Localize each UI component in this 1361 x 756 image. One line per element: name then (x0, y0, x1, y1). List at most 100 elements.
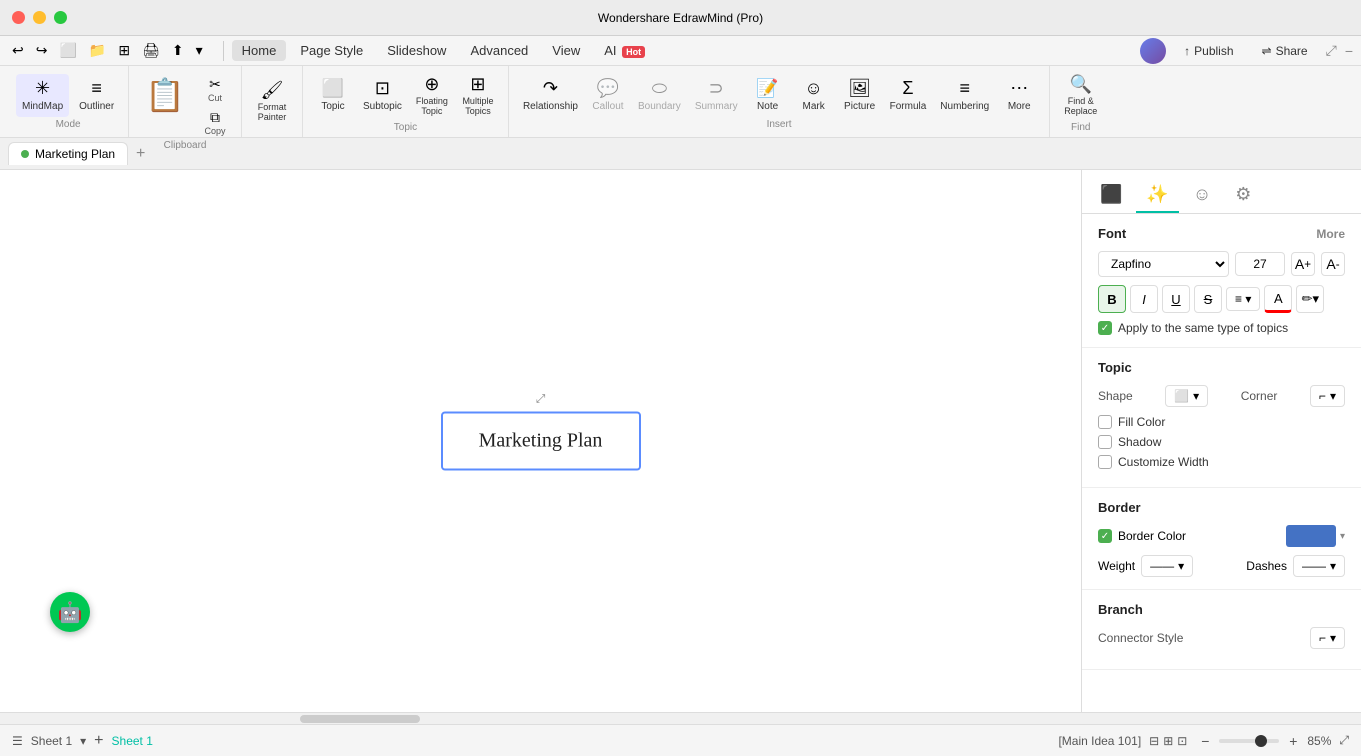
customize-width-checkbox[interactable] (1098, 455, 1112, 469)
border-color-checkbox[interactable]: ✓ (1098, 529, 1112, 543)
menu-slideshow[interactable]: Slideshow (377, 40, 456, 61)
menu-home[interactable]: Home (232, 40, 287, 61)
ai-float-button[interactable]: 🤖 (50, 592, 90, 632)
topic-section: Topic Shape ⬜ ▾ Corner ⌐ ▾ Fill Color (1082, 348, 1361, 488)
panel-tab-style[interactable]: ✨ (1136, 178, 1178, 213)
toolbar-cut[interactable]: ✂ Cut (197, 74, 233, 105)
menu-page-style[interactable]: Page Style (290, 40, 373, 61)
add-tab-button[interactable]: + (128, 141, 153, 167)
border-color-dropdown[interactable]: ▾ (1340, 531, 1345, 542)
canvas[interactable]: ⤢ Marketing Plan 🤖 (0, 170, 1081, 712)
view-normal[interactable]: ⊟ (1149, 734, 1159, 748)
font-section-title: Font More (1098, 226, 1345, 241)
panel-tab-format[interactable]: ⬛ (1090, 178, 1132, 213)
panel-tabs: ⬛ ✨ ☺ ⚙ (1082, 170, 1361, 214)
more-menu-button[interactable]: ▾ (192, 40, 207, 61)
toolbar-copy[interactable]: ⧉ Copy (197, 107, 233, 138)
toolbar-summary[interactable]: ⊃ Summary (689, 74, 744, 117)
window-collapse-button[interactable]: − (1345, 43, 1353, 59)
view-grid[interactable]: ⊞ (1163, 734, 1173, 748)
toolbar-note[interactable]: 📝 Note (746, 74, 790, 117)
zoom-in-button[interactable]: + (1283, 731, 1303, 751)
font-family-select[interactable]: Zapfino (1098, 251, 1229, 277)
close-button[interactable] (12, 11, 25, 24)
menu-advanced[interactable]: Advanced (460, 40, 538, 61)
window-expand-button[interactable]: ⤢ (1326, 42, 1337, 59)
font-size-input[interactable] (1235, 252, 1285, 276)
toolbar-format-painter[interactable]: 🖌 FormatPainter (250, 76, 294, 127)
user-avatar[interactable] (1140, 38, 1166, 64)
redo-button[interactable]: ↪ (32, 40, 52, 61)
italic-button[interactable]: I (1130, 285, 1158, 313)
toolbar-format-group: 🖌 FormatPainter (242, 66, 303, 137)
font-more-button[interactable]: More (1316, 227, 1345, 241)
toolbar-floating-topic[interactable]: ⊕ FloatingTopic (410, 70, 454, 121)
underline-button[interactable]: U (1162, 285, 1190, 313)
weight-label: Weight (1098, 559, 1135, 573)
highlight-button[interactable]: ✏▾ (1296, 285, 1324, 313)
canvas-node[interactable]: ⤢ Marketing Plan (441, 412, 641, 471)
toolbar-topic[interactable]: ⬜ Topic (311, 70, 355, 121)
dashes-select[interactable]: —— ▾ (1293, 555, 1345, 577)
connector-style-preview: ⌐ (1319, 631, 1326, 645)
zoom-out-button[interactable]: − (1195, 731, 1215, 751)
maximize-button[interactable] (54, 11, 67, 24)
text-color-button[interactable]: A (1264, 285, 1292, 313)
toolbar-multiple-topics[interactable]: ⊞ MultipleTopics (456, 70, 500, 121)
current-sheet[interactable]: Sheet 1 (112, 734, 153, 748)
panel-tab-settings[interactable]: ⚙ (1225, 178, 1261, 213)
menu-ai[interactable]: AI Hot (594, 40, 655, 61)
toolbar-formula[interactable]: Σ Formula (884, 74, 933, 117)
strikethrough-button[interactable]: S (1194, 285, 1222, 313)
toolbar-numbering[interactable]: ≡ Numbering (934, 74, 995, 117)
fill-color-checkbox[interactable] (1098, 415, 1112, 429)
toolbar-outliner[interactable]: ≡ Outliner (73, 74, 120, 117)
fill-color-label: Fill Color (1118, 415, 1165, 429)
align-button[interactable]: ≡ ▾ (1226, 287, 1260, 311)
horizontal-scrollbar[interactable] (0, 712, 1361, 724)
font-decrease-button[interactable]: A- (1321, 252, 1345, 276)
toolbar-mark[interactable]: ☺ Mark (792, 74, 836, 117)
toolbar-callout[interactable]: 💬 Callout (586, 74, 630, 117)
weight-line: —— (1150, 559, 1174, 573)
publish-button[interactable]: ↑Publish (1174, 41, 1243, 61)
panel-tab-page[interactable]: ☺ (1183, 178, 1221, 213)
border-color-swatch[interactable] (1286, 525, 1336, 547)
new-button[interactable]: ⬜ (55, 40, 80, 61)
toolbar-topic-group: ⬜ Topic ⊡ Subtopic ⊕ FloatingTopic ⊞ Mul… (303, 66, 509, 137)
layout-button[interactable]: ⊞ (114, 40, 134, 61)
weight-select[interactable]: —— ▾ (1141, 555, 1193, 577)
undo-button[interactable]: ↩ (8, 40, 28, 61)
toolbar-paste[interactable]: 📋 (137, 74, 193, 116)
corner-select[interactable]: ⌐ ▾ (1310, 385, 1345, 407)
fit-to-screen-button[interactable]: ⤢ (1339, 733, 1349, 748)
print-button[interactable]: 🖨 (138, 40, 164, 61)
bold-button[interactable]: B (1098, 285, 1126, 313)
zoom-controls: − + 85% (1195, 731, 1331, 751)
mindmap-icon: ✳ (35, 78, 50, 99)
node-box[interactable]: Marketing Plan (441, 412, 641, 471)
toolbar-mindmap[interactable]: ✳ MindMap (16, 74, 69, 117)
toolbar-find-replace[interactable]: 🔍 Find &Replace (1058, 70, 1103, 121)
toolbar-picture[interactable]: 🖼 Picture (838, 74, 882, 117)
toolbar-more-insert[interactable]: ⋯ More (997, 74, 1041, 117)
open-button[interactable]: 📁 (85, 40, 110, 61)
apply-same-checkbox[interactable]: ✓ (1098, 321, 1112, 335)
menu-view[interactable]: View (542, 40, 590, 61)
sidebar-toggle[interactable]: ☰ (12, 734, 23, 748)
toolbar-subtopic[interactable]: ⊡ Subtopic (357, 70, 408, 121)
font-increase-button[interactable]: A+ (1291, 252, 1315, 276)
view-fit[interactable]: ⊡ (1177, 734, 1187, 748)
tab-marketing-plan[interactable]: Marketing Plan (8, 142, 128, 165)
add-sheet-button[interactable]: + (94, 732, 103, 750)
shape-select[interactable]: ⬜ ▾ (1165, 385, 1208, 407)
zoom-slider[interactable] (1219, 739, 1279, 743)
share-button[interactable]: ⇌Share (1252, 41, 1318, 61)
toolbar-boundary[interactable]: ⬭ Boundary (632, 74, 687, 117)
sheet-dropdown[interactable]: ▾ (80, 734, 86, 748)
toolbar-relationship[interactable]: ↷ Relationship (517, 74, 584, 117)
minimize-button[interactable] (33, 11, 46, 24)
export-button[interactable]: ⬆ (168, 40, 188, 61)
connector-style-select[interactable]: ⌐ ▾ (1310, 627, 1345, 649)
shadow-checkbox[interactable] (1098, 435, 1112, 449)
